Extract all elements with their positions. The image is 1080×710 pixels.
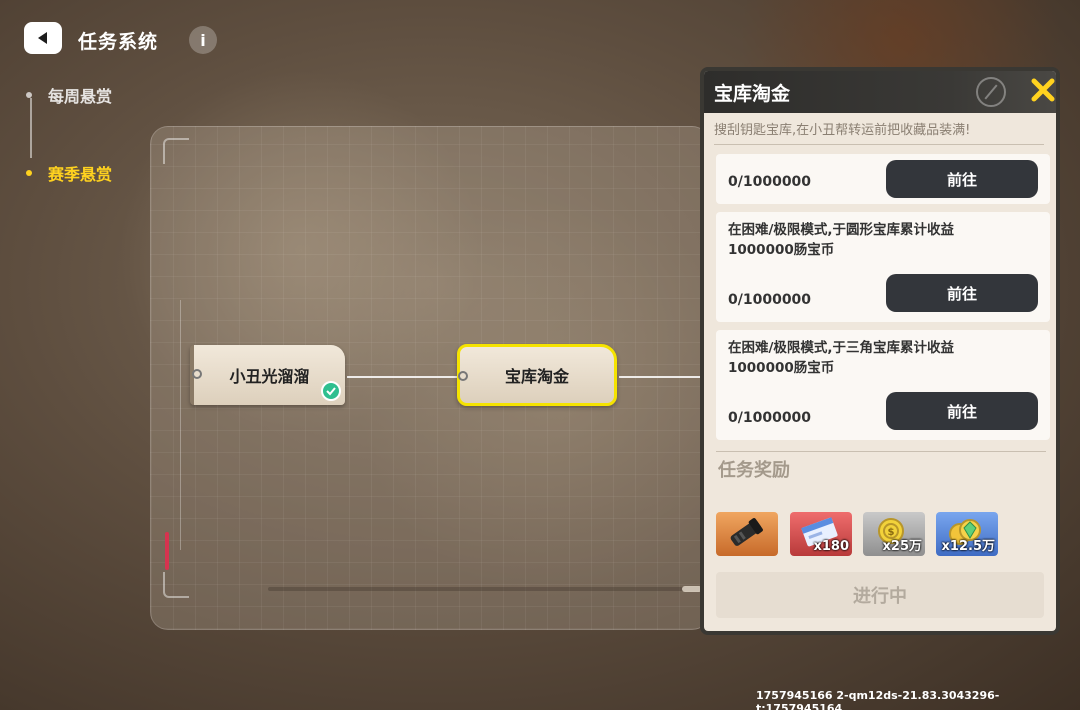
build-id-text: 1757945166 2-qm12ds-21.83.3043296-t:1757… — [756, 689, 1000, 710]
nav-item-weekly-bounty[interactable]: 每周悬赏 — [26, 83, 112, 107]
reward-count: x12.5万 — [941, 539, 995, 554]
check-icon — [321, 381, 341, 401]
quest-description: 搜刮钥匙宝库,在小丑帮转运前把收藏品装满! — [714, 123, 971, 138]
nav-dot-icon — [26, 92, 32, 98]
go-button[interactable]: 前往 — [886, 274, 1038, 312]
info-icon[interactable]: i — [189, 26, 217, 54]
task-item: 在困难/极限模式,于圆形宝库累计收益 1000000肠宝币 0/1000000 … — [716, 212, 1050, 322]
reward-item[interactable] — [716, 512, 778, 556]
task-item: 0/1000000 前往 — [716, 154, 1050, 204]
task-description-line: 在困难/极限模式,于三角宝库累计收益 — [728, 340, 955, 356]
page-title: 任务系统 — [78, 31, 159, 53]
mission-node-completed[interactable]: 小丑光溜溜 — [190, 345, 345, 405]
quest-detail-panel: 宝库淘金 搜刮钥匙宝库,在小丑帮转运前把收藏品装满! 0/1000000 前往 … — [700, 67, 1060, 635]
status-button[interactable]: 进行中 — [716, 572, 1044, 618]
task-description: 在困难/极限模式,于三角宝库累计收益 1000000肠宝币 — [728, 338, 998, 378]
task-description-line: 在困难/极限模式,于圆形宝库累计收益 — [728, 222, 955, 238]
task-progress: 0/1000000 — [728, 410, 812, 426]
muffler-icon — [730, 518, 763, 546]
compass-icon — [976, 77, 1006, 107]
divider — [714, 144, 1044, 145]
quest-title: 宝库淘金 — [714, 83, 791, 105]
reward-item[interactable]: x12.5万 — [936, 512, 998, 556]
mission-node-label: 小丑光溜溜 — [229, 367, 310, 386]
map-scrollbar-thumb[interactable] — [682, 586, 702, 592]
reward-section-title: 任务奖励 — [718, 460, 790, 481]
task-progress: 0/1000000 — [728, 174, 812, 190]
task-item: 在困难/极限模式,于三角宝库累计收益 1000000肠宝币 0/1000000 … — [716, 330, 1050, 440]
quest-panel-header: 宝库淘金 — [704, 71, 1056, 113]
hook-icon — [192, 369, 202, 379]
task-progress: 0/1000000 — [728, 292, 812, 308]
map-scrollbar[interactable] — [268, 587, 708, 591]
task-description-line: 1000000肠宝币 — [728, 242, 835, 258]
mission-node-selected[interactable]: 宝库淘金 — [457, 344, 617, 406]
nav-connector-line — [30, 98, 32, 158]
back-button[interactable] — [24, 22, 62, 54]
reward-item[interactable]: $ x25万 — [863, 512, 925, 556]
nav-dot-icon — [26, 170, 32, 176]
node-connector — [347, 376, 457, 378]
divider — [716, 451, 1046, 452]
hook-icon — [458, 371, 468, 381]
nav-item-label: 赛季悬赏 — [48, 165, 113, 184]
panel-corner-decoration — [163, 138, 189, 164]
node-connector — [619, 376, 701, 378]
mission-node-label: 宝库淘金 — [504, 367, 569, 386]
task-description: 在困难/极限模式,于圆形宝库累计收益 1000000肠宝币 — [728, 220, 998, 260]
back-arrow-icon — [38, 32, 47, 44]
nav-item-season-bounty[interactable]: 赛季悬赏 — [26, 161, 112, 185]
go-button[interactable]: 前往 — [886, 160, 1038, 198]
reward-item[interactable]: x180 — [790, 512, 852, 556]
close-icon[interactable] — [1028, 75, 1058, 105]
panel-corner-decoration — [163, 572, 189, 598]
go-button[interactable]: 前往 — [886, 392, 1038, 430]
red-marker — [165, 532, 169, 570]
reward-count: x25万 — [882, 539, 922, 554]
panel-side-line — [180, 300, 181, 550]
task-description-line: 1000000肠宝币 — [728, 360, 835, 376]
reward-count: x180 — [813, 539, 849, 554]
nav-item-label: 每周悬赏 — [48, 87, 113, 106]
